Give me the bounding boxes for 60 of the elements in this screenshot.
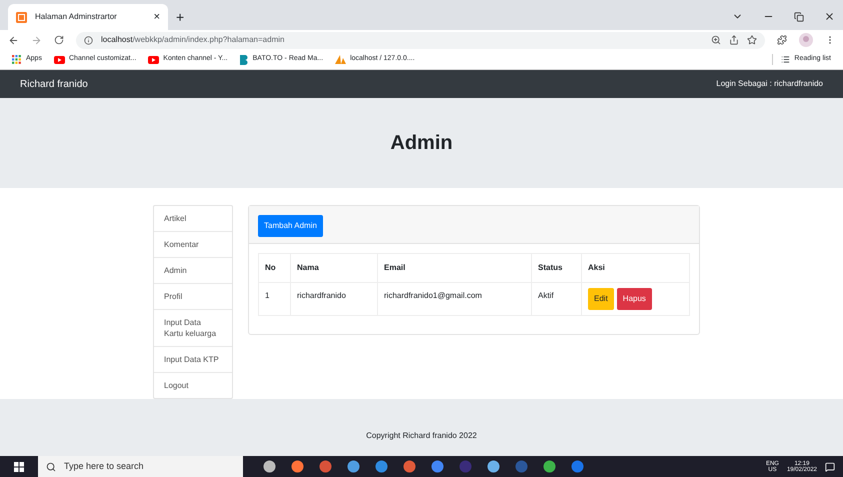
taskbar-app-icon[interactable]	[403, 460, 416, 473]
zoom-icon[interactable]	[711, 35, 721, 45]
sidebar-item[interactable]: Admin	[154, 258, 232, 284]
login-info: Login Sebagai : richardfranido	[716, 78, 823, 90]
extensions-icon[interactable]	[777, 35, 787, 45]
apps-grid-icon	[12, 54, 22, 64]
play-icon	[54, 56, 65, 64]
table-cell: Aktif	[532, 282, 582, 316]
restore-icon[interactable]	[794, 12, 804, 22]
browser-tab[interactable]: Halaman Adminstrartor ×	[8, 4, 168, 30]
notification-icon[interactable]	[825, 462, 835, 472]
tab-title: Halaman Adminstrartor	[35, 11, 118, 23]
taskbar-app-icon[interactable]	[263, 460, 276, 473]
taskbar-app-icon[interactable]	[571, 460, 584, 473]
list-icon	[781, 55, 790, 64]
address-bar[interactable]: localhost/webkkp/admin/index.php?halaman=admin	[76, 32, 765, 48]
sidebar-item[interactable]: Logout	[154, 373, 232, 398]
footer-text: Copyright Richard franido 2022	[366, 430, 477, 442]
taskbar-app-icon[interactable]	[291, 460, 304, 473]
page-heading: Admin	[390, 131, 453, 156]
column-header: Email	[378, 254, 532, 282]
taskbar-app-icon[interactable]	[543, 460, 556, 473]
column-header: Aksi	[582, 254, 690, 282]
share-icon[interactable]	[729, 35, 739, 45]
delete-button[interactable]: Hapus	[616, 288, 652, 310]
navbar-brand[interactable]: Richard franido	[20, 76, 88, 92]
tab-close-button[interactable]: ×	[154, 12, 160, 22]
new-tab-button[interactable]: +	[176, 10, 184, 24]
edit-button[interactable]: Edit	[588, 288, 614, 310]
letter-b-icon	[240, 54, 249, 64]
column-header: Nama	[290, 254, 378, 282]
sidebar-item[interactable]: Profil	[154, 284, 232, 310]
taskbar-search-field[interactable]: Type here to search	[38, 456, 243, 477]
column-header: No	[258, 254, 290, 282]
add-admin-button[interactable]: Tambah Admin	[258, 215, 323, 237]
info-icon	[84, 36, 93, 44]
table-cell: richardfranido1@gmail.com	[378, 282, 532, 316]
search-input[interactable]: Type here to search	[64, 460, 214, 474]
taskbar-app-icon[interactable]	[431, 460, 444, 473]
sidebar-item[interactable]: Artikel	[154, 206, 232, 232]
sidebar-item[interactable]: Komentar	[154, 232, 232, 258]
play-icon	[148, 56, 160, 64]
taskbar-app-icon[interactable]	[319, 460, 332, 473]
search-icon	[46, 462, 56, 472]
windows-start-icon[interactable]	[14, 462, 24, 472]
back-icon[interactable]	[8, 34, 19, 46]
taskbar-app-icon[interactable]	[347, 460, 360, 473]
taskbar-app-icon[interactable]	[487, 460, 500, 473]
star-icon[interactable]	[747, 35, 757, 45]
sail-icon	[335, 55, 346, 64]
column-header: Status	[532, 254, 582, 282]
table-cell: 1	[258, 282, 290, 316]
taskbar-app-icon[interactable]	[375, 460, 388, 473]
reload-icon[interactable]	[54, 35, 64, 45]
table-cell: richardfranido	[290, 282, 378, 316]
sidebar-item[interactable]: Input Data Kartu keluarga	[154, 310, 232, 347]
tab-favicon-icon	[16, 12, 27, 22]
sidebar-item[interactable]: Input Data KTP	[154, 347, 232, 373]
close-icon[interactable]	[824, 11, 835, 22]
url-text: localhost/webkkp/admin/index.php?halaman=admin	[101, 34, 284, 46]
